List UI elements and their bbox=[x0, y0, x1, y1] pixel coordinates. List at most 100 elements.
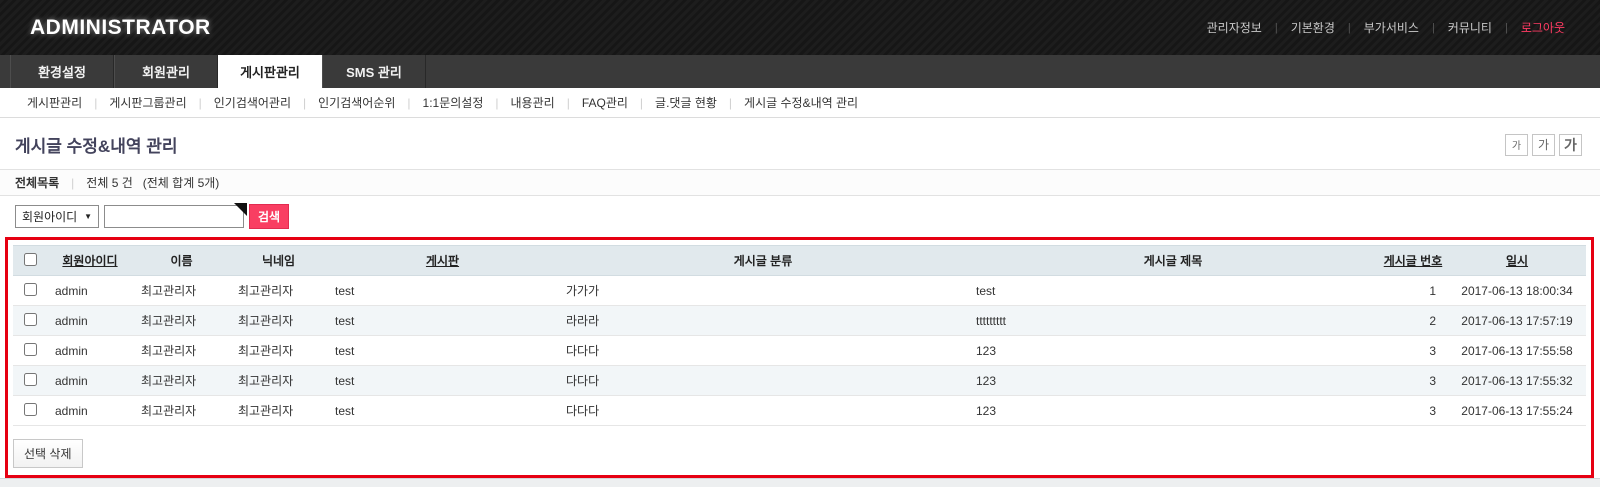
search-button[interactable]: 검색 bbox=[249, 204, 290, 229]
cell-board: test bbox=[327, 365, 558, 396]
page-title: 게시글 수정&내역 관리 bbox=[15, 137, 178, 156]
header-datetime[interactable]: 일시 bbox=[1448, 245, 1586, 276]
search-field-select[interactable]: 회원아이디 ▼ bbox=[15, 205, 99, 228]
search-input[interactable] bbox=[104, 205, 244, 228]
row-checkbox[interactable] bbox=[23, 402, 37, 416]
cell-post-number: 3 bbox=[1378, 395, 1448, 426]
row-checkbox[interactable] bbox=[23, 282, 37, 296]
header-name: 이름 bbox=[133, 245, 230, 276]
header-board[interactable]: 게시판 bbox=[327, 245, 558, 276]
cell-board: test bbox=[327, 395, 558, 426]
submenu-faq-mgmt[interactable]: FAQ관리 bbox=[570, 94, 640, 111]
cell-post-title: 123 bbox=[968, 365, 1378, 396]
cell-member-id: admin bbox=[47, 305, 133, 336]
annotated-table-region: 회원아이디 이름 닉네임 게시판 게시글 분류 게시글 제목 게시글 번호 일시… bbox=[5, 237, 1594, 478]
cell-datetime: 2017-06-13 17:57:19 bbox=[1448, 305, 1586, 336]
cell-nickname: 최고관리자 bbox=[230, 365, 327, 396]
top-bar: ADMINISTRATOR 관리자정보 | 기본환경 | 부가서비스 | 커뮤니… bbox=[0, 0, 1600, 55]
cell-member-id: admin bbox=[47, 395, 133, 426]
submenu-board-mgmt[interactable]: 게시판관리 bbox=[15, 94, 94, 111]
cell-post-number: 3 bbox=[1378, 365, 1448, 396]
header-post-category: 게시글 분류 bbox=[558, 245, 968, 276]
cell-post-title: 123 bbox=[968, 395, 1378, 426]
cell-post-category: 가가가 bbox=[558, 275, 968, 306]
cell-member-id: admin bbox=[47, 365, 133, 396]
cell-post-title: ttttttttt bbox=[968, 305, 1378, 336]
submenu-popular-keyword-mgmt[interactable]: 인기검색어관리 bbox=[202, 94, 303, 111]
top-link-community[interactable]: 커뮤니티 bbox=[1435, 19, 1505, 36]
submenu-popular-keyword-rank[interactable]: 인기검색어순위 bbox=[306, 94, 407, 111]
select-all-checkbox[interactable] bbox=[23, 252, 37, 266]
header-post-number[interactable]: 게시글 번호 bbox=[1378, 245, 1448, 276]
cell-board: test bbox=[327, 335, 558, 366]
cell-post-category: 라라라 bbox=[558, 305, 968, 336]
row-checkbox[interactable] bbox=[23, 372, 37, 386]
row-checkbox[interactable] bbox=[23, 312, 37, 326]
main-tab-bar: 환경설정 회원관리 게시판관리 SMS 관리 bbox=[0, 55, 1600, 88]
cell-datetime: 2017-06-13 17:55:24 bbox=[1448, 395, 1586, 426]
cell-datetime: 2017-06-13 17:55:58 bbox=[1448, 335, 1586, 366]
top-link-admin-info[interactable]: 관리자정보 bbox=[1194, 19, 1275, 36]
header-post-title: 게시글 제목 bbox=[968, 245, 1378, 276]
divider: | bbox=[71, 175, 75, 190]
cell-post-category: 다다다 bbox=[558, 335, 968, 366]
submenu-inquiry-settings[interactable]: 1:1문의설정 bbox=[411, 94, 496, 111]
cell-nickname: 최고관리자 bbox=[230, 275, 327, 306]
cell-nickname: 최고관리자 bbox=[230, 395, 327, 426]
cell-name: 최고관리자 bbox=[133, 335, 230, 366]
submenu-post-comment-status[interactable]: 글.댓글 현황 bbox=[643, 94, 729, 111]
cell-board: test bbox=[327, 275, 558, 306]
cell-name: 최고관리자 bbox=[133, 305, 230, 336]
top-link-logout[interactable]: 로그아웃 bbox=[1508, 19, 1578, 36]
cell-name: 최고관리자 bbox=[133, 365, 230, 396]
summary-strip: 전체목록 | 전체 5 건 (전체 합계 5개) bbox=[0, 169, 1600, 196]
cell-post-category: 다다다 bbox=[558, 395, 968, 426]
table-row: admin 최고관리자 최고관리자 test 다다다 123 3 2017-06… bbox=[13, 395, 1586, 426]
submenu-content-mgmt[interactable]: 내용관리 bbox=[499, 94, 567, 111]
submenu-board-group-mgmt[interactable]: 게시판그룹관리 bbox=[97, 94, 198, 111]
search-input-wrap bbox=[104, 203, 247, 228]
cell-name: 최고관리자 bbox=[133, 275, 230, 306]
tab-sms-mgmt[interactable]: SMS 관리 bbox=[322, 55, 426, 88]
font-size-medium-button[interactable]: 가 bbox=[1532, 133, 1555, 156]
cell-post-number: 2 bbox=[1378, 305, 1448, 336]
search-field-select-value: 회원아이디 bbox=[22, 210, 78, 224]
select-all-cell bbox=[13, 245, 47, 276]
cell-member-id: admin bbox=[47, 335, 133, 366]
top-link-basic-env[interactable]: 기본환경 bbox=[1278, 19, 1348, 36]
cursor-arrow-icon bbox=[234, 203, 247, 216]
cell-member-id: admin bbox=[47, 275, 133, 306]
top-link-addon-service[interactable]: 부가서비스 bbox=[1351, 19, 1432, 36]
header-member-id[interactable]: 회원아이디 bbox=[47, 245, 133, 276]
cell-datetime: 2017-06-13 18:00:34 bbox=[1448, 275, 1586, 306]
submenu-post-edit-history-mgmt[interactable]: 게시글 수정&내역 관리 bbox=[732, 94, 870, 111]
cell-nickname: 최고관리자 bbox=[230, 305, 327, 336]
cell-datetime: 2017-06-13 17:55:32 bbox=[1448, 365, 1586, 396]
font-size-small-button[interactable]: 가 bbox=[1505, 133, 1528, 156]
brand-logo: ADMINISTRATOR bbox=[30, 15, 211, 39]
font-size-large-button[interactable]: 가 bbox=[1559, 133, 1582, 156]
row-checkbox[interactable] bbox=[23, 342, 37, 356]
cell-post-category: 다다다 bbox=[558, 365, 968, 396]
cell-post-number: 3 bbox=[1378, 335, 1448, 366]
table-row: admin 최고관리자 최고관리자 test 다다다 123 3 2017-06… bbox=[13, 335, 1586, 366]
tab-member-mgmt[interactable]: 회원관리 bbox=[114, 55, 218, 88]
cell-post-number: 1 bbox=[1378, 275, 1448, 306]
footer-strip bbox=[0, 478, 1600, 487]
tab-board-mgmt[interactable]: 게시판관리 bbox=[218, 55, 322, 88]
chevron-down-icon: ▼ bbox=[84, 212, 92, 221]
font-size-buttons: 가 가 가 bbox=[1505, 133, 1582, 156]
table-row: admin 최고관리자 최고관리자 test 다다다 123 3 2017-06… bbox=[13, 365, 1586, 396]
cell-post-title: 123 bbox=[968, 335, 1378, 366]
table-header-row: 회원아이디 이름 닉네임 게시판 게시글 분류 게시글 제목 게시글 번호 일시 bbox=[13, 245, 1586, 276]
summary-label: 전체목록 bbox=[15, 176, 60, 190]
header-nickname: 닉네임 bbox=[230, 245, 327, 276]
tab-env-settings[interactable]: 환경설정 bbox=[10, 55, 114, 88]
delete-selected-button[interactable]: 선택 삭제 bbox=[13, 439, 83, 468]
search-row: 회원아이디 ▼ 검색 bbox=[0, 196, 1600, 235]
table-row: admin 최고관리자 최고관리자 test 가가가 test 1 2017-0… bbox=[13, 275, 1586, 306]
cell-name: 최고관리자 bbox=[133, 395, 230, 426]
title-row: 게시글 수정&내역 관리 가 가 가 bbox=[0, 118, 1600, 169]
cell-board: test bbox=[327, 305, 558, 336]
table-row: admin 최고관리자 최고관리자 test 라라라 ttttttttt 2 2… bbox=[13, 305, 1586, 336]
